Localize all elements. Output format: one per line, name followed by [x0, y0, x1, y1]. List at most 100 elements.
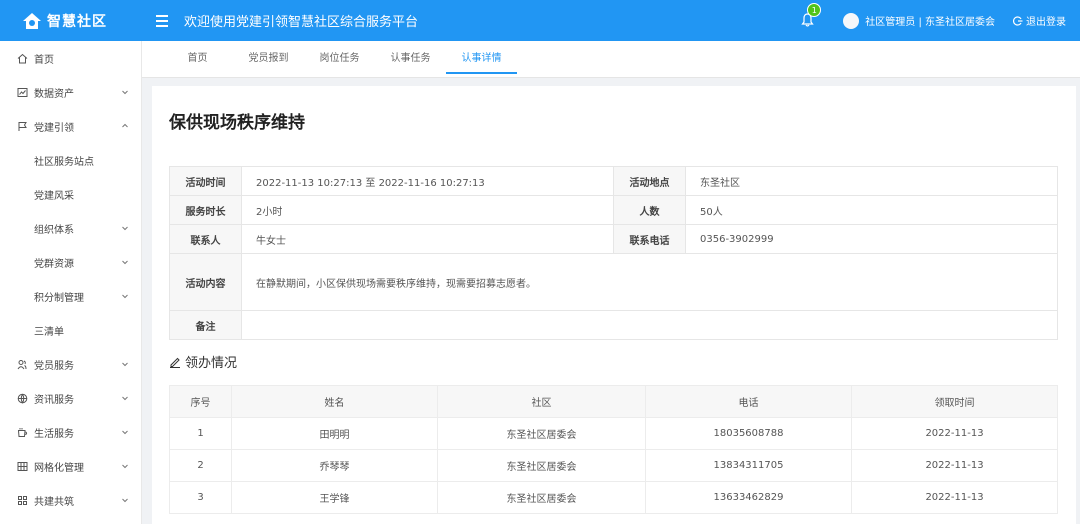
value-remark — [241, 310, 1058, 340]
chevron-down-icon — [122, 294, 128, 299]
app-logo[interactable]: 智慧社区 — [0, 0, 142, 41]
cell-name: 田明明 — [231, 417, 438, 450]
col-header-phone: 电话 — [645, 385, 852, 418]
sidebar-item-label: 资讯服务 — [34, 394, 74, 406]
cell-date: 2022-11-13 — [851, 481, 1058, 514]
value-duration: 2小时 — [241, 195, 614, 225]
cell-no: 1 — [169, 417, 232, 450]
page-scrollbar[interactable] — [1076, 86, 1080, 524]
sidebar-item-life-service[interactable]: 生活服务 — [0, 415, 141, 449]
tab-claim-detail[interactable]: 认事详情 — [446, 41, 517, 78]
cell-name: 王学锋 — [231, 481, 438, 514]
sidebar-item-service-station[interactable]: 社区服务站点 — [0, 143, 141, 177]
grid-icon — [17, 461, 28, 472]
tab-post-task[interactable]: 岗位任务 — [304, 41, 375, 78]
sidebar-item-home[interactable]: 首页 — [0, 41, 141, 75]
cell-no: 3 — [169, 481, 232, 514]
cell-no: 2 — [169, 449, 232, 482]
sidebar-item-label: 组织体系 — [34, 224, 74, 236]
user-name[interactable]: 社区管理员 | 东圣社区居委会 — [865, 13, 995, 28]
edit-icon — [170, 357, 180, 368]
cell-community: 东圣社区居委会 — [437, 417, 646, 450]
logo-icon — [23, 12, 41, 29]
value-people: 50人 — [685, 195, 1058, 225]
avatar[interactable] — [843, 12, 860, 29]
sidebar-item-label: 党群资源 — [34, 258, 74, 270]
claim-table: 序号 姓名 社区 电话 领取时间 1 田明明 东圣社区居委会 180356087… — [169, 385, 1058, 514]
build-icon — [17, 495, 28, 506]
label-contact: 联系人 — [169, 224, 242, 254]
sidebar-item-label: 积分制管理 — [34, 292, 84, 304]
sidebar-item-label: 党建风采 — [34, 190, 74, 202]
chevron-down-icon — [122, 90, 128, 95]
cell-community: 东圣社区居委会 — [437, 481, 646, 514]
chevron-down-icon — [122, 464, 128, 469]
chart-icon — [17, 87, 28, 98]
sidebar-item-label: 党建引领 — [34, 122, 74, 134]
tab-bar: 首页 党员报到 岗位任务 认事任务 认事详情 — [142, 41, 1080, 78]
chevron-down-icon — [122, 498, 128, 503]
cell-phone: 13633462829 — [645, 481, 852, 514]
label-content: 活动内容 — [169, 253, 242, 311]
cell-date: 2022-11-13 — [851, 449, 1058, 482]
sidebar-item-label: 党员服务 — [34, 360, 74, 372]
menu-toggle-icon[interactable] — [156, 14, 170, 27]
value-content: 在静默期间，小区保供现场需要秩序维持，现需要招募志愿者。 — [241, 253, 1058, 311]
chevron-down-icon — [122, 430, 128, 435]
top-header: 智慧社区 欢迎使用党建引领智慧社区综合服务平台 1 社区管理员 | 东圣社区居委… — [0, 0, 1080, 41]
globe-icon — [17, 393, 28, 404]
sidebar-item-party-style[interactable]: 党建风采 — [0, 177, 141, 211]
page-title: 保供现场秩序维持 — [169, 113, 305, 133]
chevron-down-icon — [122, 226, 128, 231]
cell-phone: 18035608788 — [645, 417, 852, 450]
people-icon — [17, 359, 28, 370]
home-icon — [17, 53, 28, 64]
chevron-up-icon — [122, 123, 128, 128]
notification-badge: 1 — [807, 2, 822, 17]
label-time: 活动时间 — [169, 166, 242, 196]
label-place: 活动地点 — [613, 166, 686, 196]
activity-info-table: 活动时间 2022-11-13 10:27:13 至 2022-11-16 10… — [169, 166, 1058, 340]
value-time: 2022-11-13 10:27:13 至 2022-11-16 10:27:1… — [241, 166, 614, 196]
cell-community: 东圣社区居委会 — [437, 449, 646, 482]
label-people: 人数 — [613, 195, 686, 225]
chevron-down-icon — [122, 396, 128, 401]
label-remark: 备注 — [169, 310, 242, 340]
sidebar-item-grid-management[interactable]: 网格化管理 — [0, 449, 141, 483]
sidebar-item-label: 首页 — [34, 54, 54, 66]
sidebar: 首页 数据资产 党建引领 社区服务站点 党建风采 组织体系 党群资源 积分制管理… — [0, 41, 142, 524]
logout-icon — [1013, 15, 1023, 26]
flag-icon — [17, 121, 28, 132]
sidebar-item-party-resources[interactable]: 党群资源 — [0, 245, 141, 279]
cell-name: 乔琴琴 — [231, 449, 438, 482]
value-place: 东圣社区 — [685, 166, 1058, 196]
sidebar-item-info-service[interactable]: 资讯服务 — [0, 381, 141, 415]
welcome-text: 欢迎使用党建引领智慧社区综合服务平台 — [184, 15, 419, 30]
sidebar-item-three-lists[interactable]: 三清单 — [0, 313, 141, 347]
value-contact: 牛女士 — [241, 224, 614, 254]
sidebar-item-label: 三清单 — [34, 326, 64, 338]
cell-date: 2022-11-13 — [851, 417, 1058, 450]
sidebar-item-label: 数据资产 — [34, 88, 74, 100]
col-header-date: 领取时间 — [851, 385, 1058, 418]
detail-card: 保供现场秩序维持 活动时间 2022-11-13 10:27:13 至 2022… — [152, 86, 1080, 524]
value-phone: 0356-3902999 — [685, 224, 1058, 254]
tab-home[interactable]: 首页 — [162, 41, 233, 78]
logout-button[interactable]: 退出登录 — [1013, 13, 1066, 28]
logo-text: 智慧社区 — [47, 13, 107, 30]
sidebar-item-points[interactable]: 积分制管理 — [0, 279, 141, 313]
tab-claim-task[interactable]: 认事任务 — [375, 41, 446, 78]
chevron-down-icon — [122, 362, 128, 367]
notification-button[interactable]: 1 — [801, 2, 822, 29]
sidebar-item-org-system[interactable]: 组织体系 — [0, 211, 141, 245]
sidebar-item-data-assets[interactable]: 数据资产 — [0, 75, 141, 109]
sidebar-item-member-service[interactable]: 党员服务 — [0, 347, 141, 381]
sidebar-item-label: 生活服务 — [34, 428, 74, 440]
label-phone: 联系电话 — [613, 224, 686, 254]
tab-member-report[interactable]: 党员报到 — [233, 41, 304, 78]
sidebar-item-party-lead[interactable]: 党建引领 — [0, 109, 141, 143]
sidebar-item-label: 网格化管理 — [34, 462, 84, 474]
sidebar-item-co-build[interactable]: 共建共筑 — [0, 483, 141, 517]
table-row: 2 乔琴琴 东圣社区居委会 13834311705 2022-11-13 — [169, 449, 1058, 482]
sidebar-item-label: 社区服务站点 — [34, 156, 94, 168]
